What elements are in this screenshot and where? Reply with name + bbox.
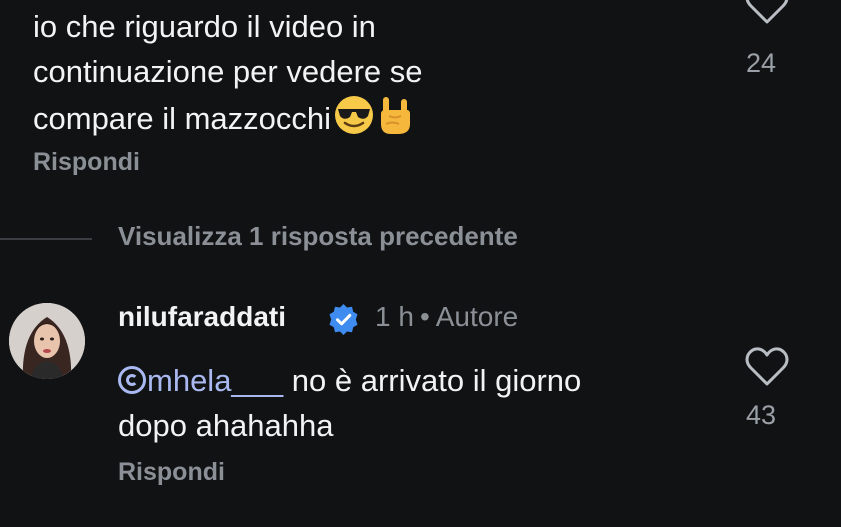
reply-button[interactable]: Rispondi [118,458,225,487]
view-previous-replies-link[interactable]: Visualizza 1 risposta precedente [118,221,518,252]
comment-text-line: no è arrivato il giorno [283,363,582,398]
author-badge: Autore [435,301,519,332]
like-count: 43 [746,400,777,430]
like-heart-icon[interactable] [744,344,790,390]
like-count: 24 [746,48,777,78]
comment-text-line: continuazione per vedere se [33,54,423,89]
comments-screen: io che riguardo il video in continuazion… [0,0,841,527]
avatar[interactable] [9,303,85,379]
comment-meta: 1 h • Autore [375,301,518,333]
verified-badge-icon [329,304,358,335]
comment-text-line: io che riguardo il video in [33,9,376,44]
comment-text-line: dopo ahahahha [118,408,334,443]
rock-on-hand-emoji [377,94,413,148]
mention-link[interactable]: mhela___ [118,363,283,398]
comment-text-line: compare il mazzocchi [33,101,332,137]
thread-divider [0,238,92,240]
threads-at-icon [118,366,146,394]
meta-separator: • [419,301,430,332]
avatar-image [9,303,85,379]
reply-button[interactable]: Rispondi [33,148,140,177]
mention-username: mhela___ [147,363,284,398]
comment-username[interactable]: nilufaraddati [118,301,286,333]
like-heart-icon[interactable] [744,0,790,28]
sunglasses-emoji [333,94,375,148]
comment-text: mhela___ no è arrivato il giorno dopo ah… [118,358,718,448]
comment-time: 1 h [375,301,414,332]
comment-text: io che riguardo il video in continuazion… [33,4,703,148]
